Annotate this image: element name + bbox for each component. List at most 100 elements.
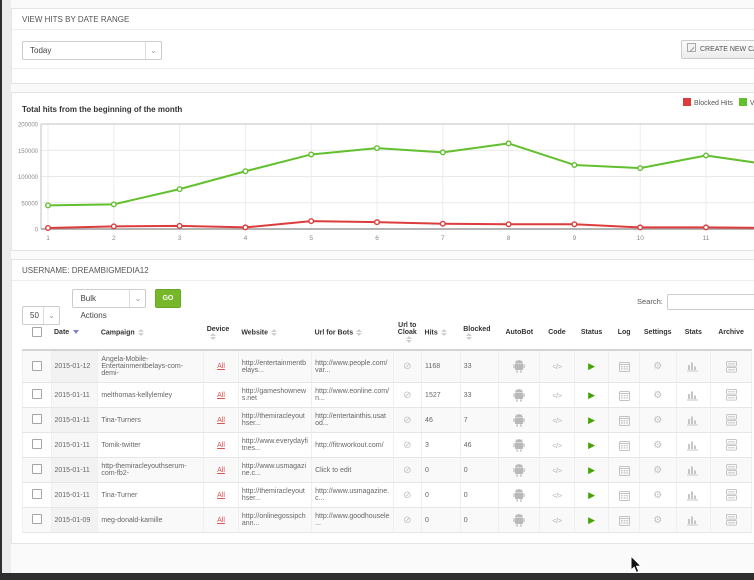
- website-cell[interactable]: http://themiracleyouthser...: [238, 483, 311, 508]
- device-all-link[interactable]: All: [217, 467, 225, 474]
- website-cell[interactable]: http://gameshownews.net: [238, 383, 311, 408]
- cloak-edit-icon[interactable]: ⊘: [403, 515, 411, 526]
- website-cell[interactable]: http://www.usmagazine.c...: [238, 458, 311, 483]
- status-play-icon[interactable]: ▶: [588, 361, 595, 371]
- column-header-blocked[interactable]: Blocked: [460, 316, 499, 350]
- page-size-select[interactable]: 50 ⌄: [22, 306, 60, 325]
- android-robot-icon[interactable]: [513, 442, 525, 449]
- bar-chart-icon[interactable]: [687, 364, 699, 371]
- column-header-hits[interactable]: Hits: [422, 316, 461, 350]
- archive-stack-icon[interactable]: [726, 492, 737, 499]
- row-checkbox[interactable]: [32, 414, 42, 424]
- android-robot-icon[interactable]: [513, 467, 525, 474]
- archive-stack-icon[interactable]: [726, 517, 737, 524]
- bar-chart-icon[interactable]: [687, 417, 699, 424]
- android-robot-icon[interactable]: [513, 492, 525, 499]
- cloak-edit-icon[interactable]: ⊘: [403, 490, 411, 501]
- url-for-bots-cell[interactable]: Click to edit: [312, 458, 393, 483]
- row-checkbox[interactable]: [32, 489, 42, 499]
- gear-icon[interactable]: ⚙: [653, 415, 662, 426]
- calendar-log-icon[interactable]: [619, 492, 630, 499]
- archive-stack-icon[interactable]: [726, 417, 737, 424]
- code-icon[interactable]: </>: [552, 362, 561, 371]
- row-checkbox[interactable]: [32, 439, 42, 449]
- code-icon[interactable]: </>: [552, 416, 561, 425]
- device-all-link[interactable]: All: [217, 363, 225, 370]
- url-for-bots-cell[interactable]: http://entertainthis.usatod...: [312, 408, 393, 433]
- status-play-icon[interactable]: ▶: [588, 415, 595, 425]
- cloak-edit-icon[interactable]: ⊘: [403, 361, 411, 372]
- gear-icon[interactable]: ⚙: [653, 465, 662, 476]
- code-icon[interactable]: </>: [552, 391, 561, 400]
- calendar-log-icon[interactable]: [619, 392, 630, 399]
- archive-stack-icon[interactable]: [726, 364, 737, 371]
- device-all-link[interactable]: All: [217, 392, 225, 399]
- android-robot-icon[interactable]: [513, 417, 525, 424]
- website-cell[interactable]: http://entertainmentbelays...: [238, 350, 311, 383]
- svg-text:5: 5: [309, 235, 313, 242]
- archive-stack-icon[interactable]: [726, 392, 737, 399]
- calendar-log-icon[interactable]: [619, 417, 630, 424]
- status-play-icon[interactable]: ▶: [588, 390, 595, 400]
- code-icon[interactable]: </>: [552, 466, 561, 475]
- create-new-campaign-button[interactable]: CREATE NEW CAMPAIGN: [681, 40, 754, 59]
- android-robot-icon[interactable]: [513, 517, 525, 524]
- calendar-log-icon[interactable]: [619, 364, 630, 371]
- column-header-url-for-bots[interactable]: Url for Bots: [312, 316, 393, 350]
- website-cell[interactable]: http://themiracleyouthser...: [238, 408, 311, 433]
- status-play-icon[interactable]: ▶: [588, 440, 595, 450]
- date-range-select[interactable]: Today ⌄: [22, 41, 162, 60]
- device-all-link[interactable]: All: [217, 517, 225, 524]
- go-button[interactable]: GO: [155, 289, 181, 308]
- url-for-bots-cell[interactable]: http://www.goodhousele...: [312, 508, 393, 533]
- gear-icon[interactable]: ⚙: [653, 440, 662, 451]
- column-header-website[interactable]: Website: [238, 316, 311, 350]
- website-cell[interactable]: http://www.everydayfitnes...: [238, 433, 311, 458]
- search-input[interactable]: [667, 294, 754, 310]
- device-all-link[interactable]: All: [217, 492, 225, 499]
- code-icon[interactable]: </>: [552, 441, 561, 450]
- code-icon[interactable]: </>: [552, 516, 561, 525]
- cloak-edit-icon[interactable]: ⊘: [403, 390, 411, 401]
- status-play-icon[interactable]: ▶: [588, 515, 595, 525]
- bar-chart-icon[interactable]: [687, 492, 699, 499]
- url-for-bots-cell[interactable]: http://www.eonline.com/n...: [312, 383, 393, 408]
- status-play-icon[interactable]: ▶: [588, 465, 595, 475]
- url-for-bots-cell[interactable]: http://www.people.com/var...: [312, 350, 393, 383]
- calendar-log-icon[interactable]: [619, 442, 630, 449]
- code-icon[interactable]: </>: [552, 491, 561, 500]
- device-all-link[interactable]: All: [217, 442, 225, 449]
- cloak-edit-icon[interactable]: ⊘: [403, 440, 411, 451]
- calendar-log-icon[interactable]: [619, 517, 630, 524]
- cloak-edit-icon[interactable]: ⊘: [403, 415, 411, 426]
- gear-icon[interactable]: ⚙: [653, 361, 662, 372]
- calendar-log-icon[interactable]: [619, 467, 630, 474]
- bar-chart-icon[interactable]: [687, 442, 699, 449]
- status-cell: ▶: [574, 408, 609, 433]
- gear-icon[interactable]: ⚙: [653, 515, 662, 526]
- gear-icon[interactable]: ⚙: [653, 390, 662, 401]
- android-robot-icon[interactable]: [513, 392, 525, 399]
- device-all-link[interactable]: All: [217, 417, 225, 424]
- bar-chart-icon[interactable]: [687, 517, 699, 524]
- row-checkbox[interactable]: [32, 514, 42, 524]
- gear-icon[interactable]: ⚙: [653, 490, 662, 501]
- bar-chart-icon[interactable]: [687, 392, 699, 399]
- svg-text:9: 9: [573, 235, 577, 242]
- url-for-bots-cell[interactable]: http://fitnworkout.com/: [312, 433, 393, 458]
- cloak-edit-icon[interactable]: ⊘: [403, 465, 411, 476]
- row-checkbox[interactable]: [32, 361, 42, 371]
- status-play-icon[interactable]: ▶: [588, 490, 595, 500]
- archive-stack-icon[interactable]: [726, 442, 737, 449]
- android-robot-icon[interactable]: [513, 364, 525, 371]
- website-cell[interactable]: http://onlinegossipchann...: [238, 508, 311, 533]
- column-header-device[interactable]: Device: [204, 316, 239, 350]
- row-checkbox[interactable]: [32, 389, 42, 399]
- select-all-checkbox[interactable]: [32, 327, 42, 337]
- bulk-actions-select[interactable]: Bulk Actions ⌄: [72, 289, 146, 308]
- url-for-bots-cell[interactable]: http://www.usmagazine.c...: [312, 483, 393, 508]
- bar-chart-icon[interactable]: [687, 467, 699, 474]
- archive-stack-icon[interactable]: [726, 467, 737, 474]
- column-header-url-to-cloak[interactable]: Url to Cloak: [393, 316, 422, 350]
- row-checkbox[interactable]: [32, 464, 42, 474]
